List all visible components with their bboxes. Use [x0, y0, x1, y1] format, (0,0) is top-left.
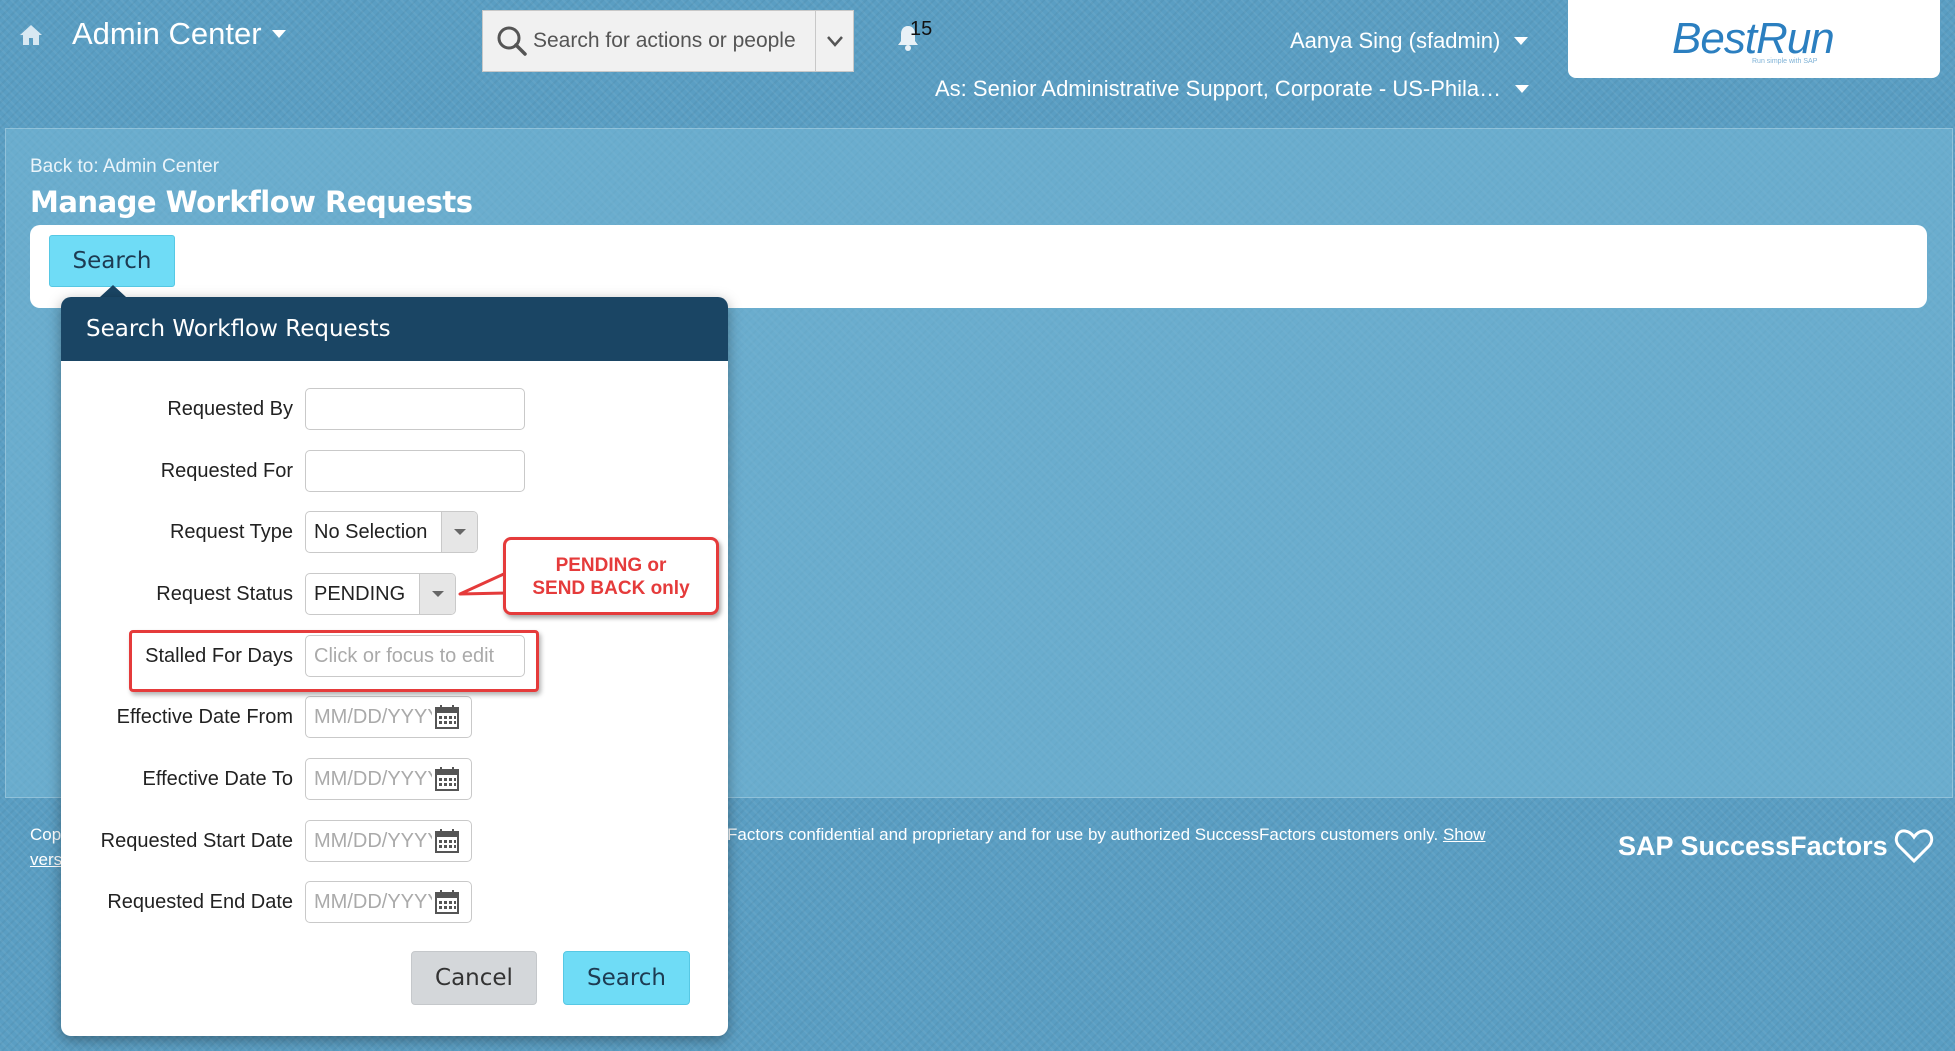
callout-line-1: PENDING or — [555, 555, 667, 576]
requested-end-date-row: Requested End Date — [61, 881, 728, 925]
requested-for-row: Requested For — [61, 450, 728, 494]
callout-arrow — [458, 571, 506, 596]
app-title-menu[interactable]: Admin Center — [72, 16, 286, 52]
effective-date-to-label: Effective Date To — [142, 768, 293, 790]
dialog-search-button[interactable]: Search — [563, 951, 690, 1005]
chevron-down-icon — [1515, 85, 1530, 93]
effective-date-from-field — [305, 696, 472, 738]
callout-line-2: SEND BACK only — [532, 578, 690, 599]
cancel-button[interactable]: Cancel — [411, 951, 537, 1005]
effective-date-to-input[interactable] — [306, 760, 432, 798]
global-search — [482, 10, 854, 72]
request-type-select[interactable]: No Selection — [305, 511, 478, 553]
toolbar — [30, 225, 1927, 308]
stalled-for-days-label: Stalled For Days — [145, 645, 293, 667]
calendar-icon[interactable] — [434, 828, 460, 854]
logo-tagline: Run simple with SAP — [1752, 58, 1818, 65]
requested-start-date-row: Requested Start Date — [61, 820, 728, 864]
calendar-icon[interactable] — [434, 766, 460, 792]
requested-start-date-label: Requested Start Date — [100, 830, 293, 852]
dialog-header: Search Workflow Requests — [61, 297, 728, 361]
request-type-value: No Selection — [314, 520, 428, 543]
calendar-icon[interactable] — [434, 704, 460, 730]
requested-start-date-input[interactable] — [306, 822, 432, 860]
search-input[interactable] — [531, 11, 821, 71]
requested-for-label: Requested For — [160, 460, 293, 482]
requested-by-label: Requested By — [167, 398, 293, 420]
app-title: Admin Center — [72, 16, 262, 51]
requested-end-date-label: Requested End Date — [107, 891, 293, 913]
user-menu[interactable]: Aanya Sing (sfadmin) — [1290, 28, 1529, 54]
stalled-for-days-input[interactable] — [305, 635, 525, 677]
dropdown-arrow-icon — [441, 512, 477, 552]
calendar-icon[interactable] — [434, 889, 460, 915]
company-logo: BestRun — [1672, 14, 1835, 63]
dropdown-arrow-icon — [419, 574, 455, 614]
annotation-callout: PENDING or SEND BACK only — [503, 537, 719, 615]
home-icon[interactable] — [18, 22, 44, 48]
popover-pointer — [100, 285, 126, 297]
proxy-as-text: As: Senior Administrative Support, Corpo… — [935, 76, 1502, 101]
heart-icon — [1894, 829, 1933, 864]
request-type-label: Request Type — [169, 521, 293, 543]
back-link[interactable]: Back to: Admin Center — [30, 156, 219, 178]
requested-start-date-field — [305, 820, 472, 862]
requested-end-date-field — [305, 881, 472, 923]
requested-by-row: Requested By — [61, 388, 728, 432]
request-status-select[interactable]: PENDING — [305, 573, 456, 615]
effective-date-from-row: Effective Date From — [61, 696, 728, 740]
footer-text: Factors confidential and proprietary and… — [727, 825, 1485, 845]
chevron-down-icon — [1514, 37, 1529, 45]
footer-show-link[interactable]: Show — [1443, 825, 1486, 844]
effective-date-to-row: Effective Date To — [61, 758, 728, 802]
chevron-down-icon — [271, 30, 286, 38]
brand-text: SAP SuccessFactors — [1618, 830, 1888, 861]
requested-end-date-input[interactable] — [306, 883, 432, 921]
search-workflow-requests-dialog: Search Workflow Requests Requested By Re… — [61, 297, 728, 1036]
stalled-for-days-row: Stalled For Days — [61, 635, 728, 679]
footer-copyright-fragment: Cop — [30, 825, 62, 844]
user-name: Aanya Sing (sfadmin) — [1290, 28, 1501, 53]
search-dropdown-button[interactable] — [815, 11, 853, 71]
chevron-down-icon — [826, 36, 843, 47]
toolbar-search-button[interactable]: Search — [49, 235, 175, 287]
requested-by-input[interactable] — [305, 388, 525, 430]
notification-count: 15 — [910, 18, 933, 40]
sap-successfactors-brand: SAP SuccessFactors — [1618, 828, 1934, 864]
effective-date-to-field — [305, 758, 472, 800]
dialog-title: Search Workflow Requests — [86, 316, 391, 342]
footer-version-link[interactable]: vers — [30, 850, 62, 870]
request-status-value: PENDING — [314, 582, 406, 605]
page-title: Manage Workflow Requests — [30, 185, 473, 219]
effective-date-from-label: Effective Date From — [116, 706, 293, 728]
effective-date-from-input[interactable] — [306, 698, 432, 736]
search-icon — [493, 22, 531, 60]
requested-for-input[interactable] — [305, 450, 525, 492]
request-status-label: Request Status — [156, 583, 293, 605]
footer-notice: Factors confidential and proprietary and… — [727, 825, 1439, 844]
proxy-menu[interactable]: As: Senior Administrative Support, Corpo… — [935, 76, 1530, 102]
